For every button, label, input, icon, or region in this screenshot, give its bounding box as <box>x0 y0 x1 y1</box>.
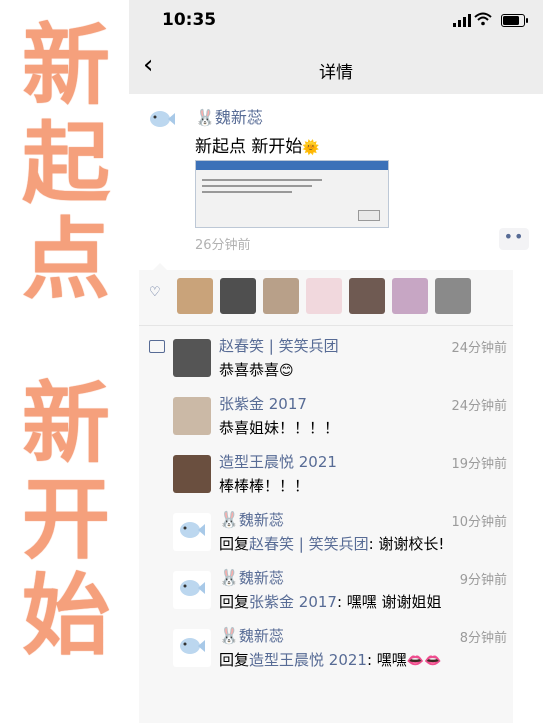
comment-text: 回复造型王晨悦 2021: 嘿嘿👄👄 <box>219 651 442 669</box>
comment-text: 恭喜姐妹！！！！ <box>219 419 340 437</box>
comment-time: 24分钟前 <box>451 341 507 356</box>
reply-target[interactable]: 造型王晨悦 2021 <box>249 651 367 669</box>
bunny-emoji: 🐰 <box>219 626 239 645</box>
like-avatar[interactable] <box>435 278 471 314</box>
signal-icon <box>453 14 471 27</box>
comment-text: 回复张紫金 2017: 嘿嘿 谢谢姐姐 <box>219 593 442 611</box>
commenter-name[interactable]: 🐰魏新蕊 <box>219 567 284 588</box>
commenter-avatar[interactable] <box>173 397 211 435</box>
like-avatar[interactable] <box>220 278 256 314</box>
page-title: 详情 <box>319 63 353 83</box>
overlay-title: 新 起 点 新 开 始 <box>0 0 132 723</box>
comment-time: 8分钟前 <box>459 631 507 646</box>
heart-icon: ♡ <box>149 285 161 300</box>
overlay-char: 新 <box>21 372 110 475</box>
fish-avatar-icon <box>180 522 205 538</box>
comment-time: 19分钟前 <box>451 457 507 472</box>
divider <box>139 325 513 326</box>
commenter-name[interactable]: 造型王晨悦 2021 <box>219 451 337 472</box>
interaction-panel: ♡ 赵春笑 | 笑笑兵团 24分钟前 恭喜恭喜😊 张紫金 2017 24分钟前 … <box>139 263 513 723</box>
avatar[interactable] <box>143 102 181 140</box>
comment-time: 9分钟前 <box>459 573 507 588</box>
status-time: 10:35 <box>162 10 217 30</box>
comment-text: 恭喜恭喜😊 <box>219 361 294 379</box>
comment-text: 回复赵春笑 | 笑笑兵团: 谢谢校长! <box>219 535 445 553</box>
commenter-avatar[interactable] <box>173 339 211 377</box>
overlay-char: 始 <box>21 564 110 667</box>
bunny-emoji: 🐰 <box>219 568 239 587</box>
comment-item[interactable]: 赵春笑 | 笑笑兵团 24分钟前 恭喜恭喜😊 <box>173 335 513 393</box>
reply-target[interactable]: 张紫金 2017 <box>249 593 337 611</box>
comment-icon <box>149 340 165 353</box>
comment-time: 10分钟前 <box>451 515 507 530</box>
comment-time: 24分钟前 <box>451 399 507 414</box>
reply-target[interactable]: 赵春笑 | 笑笑兵团 <box>249 535 369 553</box>
post-image[interactable] <box>195 160 389 228</box>
fish-avatar-icon <box>150 111 175 127</box>
fish-avatar-icon <box>180 638 205 654</box>
comment-item[interactable]: 张紫金 2017 24分钟前 恭喜姐妹！！！！ <box>173 393 513 451</box>
reply-item[interactable]: 🐰魏新蕊 9分钟前 回复张紫金 2017: 嘿嘿 谢谢姐姐 <box>173 567 513 625</box>
commenter-avatar[interactable] <box>173 513 211 551</box>
image-ok-button <box>358 210 380 221</box>
overlay-char: 起 <box>21 112 110 215</box>
post-author[interactable]: 🐰魏新蕊 <box>195 104 263 128</box>
comment-item[interactable]: 造型王晨悦 2021 19分钟前 棒棒棒！！！ <box>173 451 513 509</box>
comment-text: 棒棒棒！！！ <box>219 477 310 495</box>
overlay-char: 开 <box>21 468 110 571</box>
bunny-emoji: 🐰 <box>195 108 215 127</box>
overlay-char: 新 <box>21 14 110 117</box>
reply-item[interactable]: 🐰魏新蕊 10分钟前 回复赵春笑 | 笑笑兵团: 谢谢校长! <box>173 509 513 567</box>
wifi-icon <box>474 12 492 26</box>
post-text-body: 新起点 新开始 <box>195 137 303 157</box>
post-author-name: 魏新蕊 <box>214 108 263 127</box>
sun-emoji: 🌞 <box>302 140 320 156</box>
commenter-avatar[interactable] <box>173 571 211 609</box>
moment-detail: 🐰魏新蕊 新起点 新开始🌞 26分钟前 •• ♡ 赵春笑 | 笑笑兵团 24分钟… <box>129 94 543 723</box>
commenter-name[interactable]: 🐰魏新蕊 <box>219 625 284 646</box>
nav-bar: ‹ 详情 <box>129 40 543 94</box>
like-avatar[interactable] <box>306 278 342 314</box>
commenter-name[interactable]: 🐰魏新蕊 <box>219 509 284 530</box>
more-actions-button[interactable]: •• <box>499 228 529 250</box>
post-text: 新起点 新开始🌞 <box>195 132 320 157</box>
like-avatar[interactable] <box>392 278 428 314</box>
commenter-avatar[interactable] <box>173 455 211 493</box>
overlay-char: 点 <box>21 208 110 311</box>
like-avatar[interactable] <box>263 278 299 314</box>
like-avatar[interactable] <box>349 278 385 314</box>
bunny-emoji: 🐰 <box>219 510 239 529</box>
commenter-avatar[interactable] <box>173 629 211 667</box>
status-bar: 10:35 <box>129 0 543 40</box>
fish-avatar-icon <box>180 580 205 596</box>
commenter-name[interactable]: 赵春笑 | 笑笑兵团 <box>219 335 339 356</box>
battery-icon <box>501 14 528 27</box>
like-avatar[interactable] <box>177 278 213 314</box>
phone-screen: 10:35 ‹ 详情 🐰魏新蕊 新起点 新开始🌞 26分钟前 •• ♡ 赵春笑 … <box>129 0 543 723</box>
post-time: 26分钟前 <box>195 238 251 253</box>
lips-emoji: 👄👄 <box>406 653 442 669</box>
commenter-name[interactable]: 张紫金 2017 <box>219 393 307 414</box>
reply-item[interactable]: 🐰魏新蕊 8分钟前 回复造型王晨悦 2021: 嘿嘿👄👄 <box>173 625 513 683</box>
